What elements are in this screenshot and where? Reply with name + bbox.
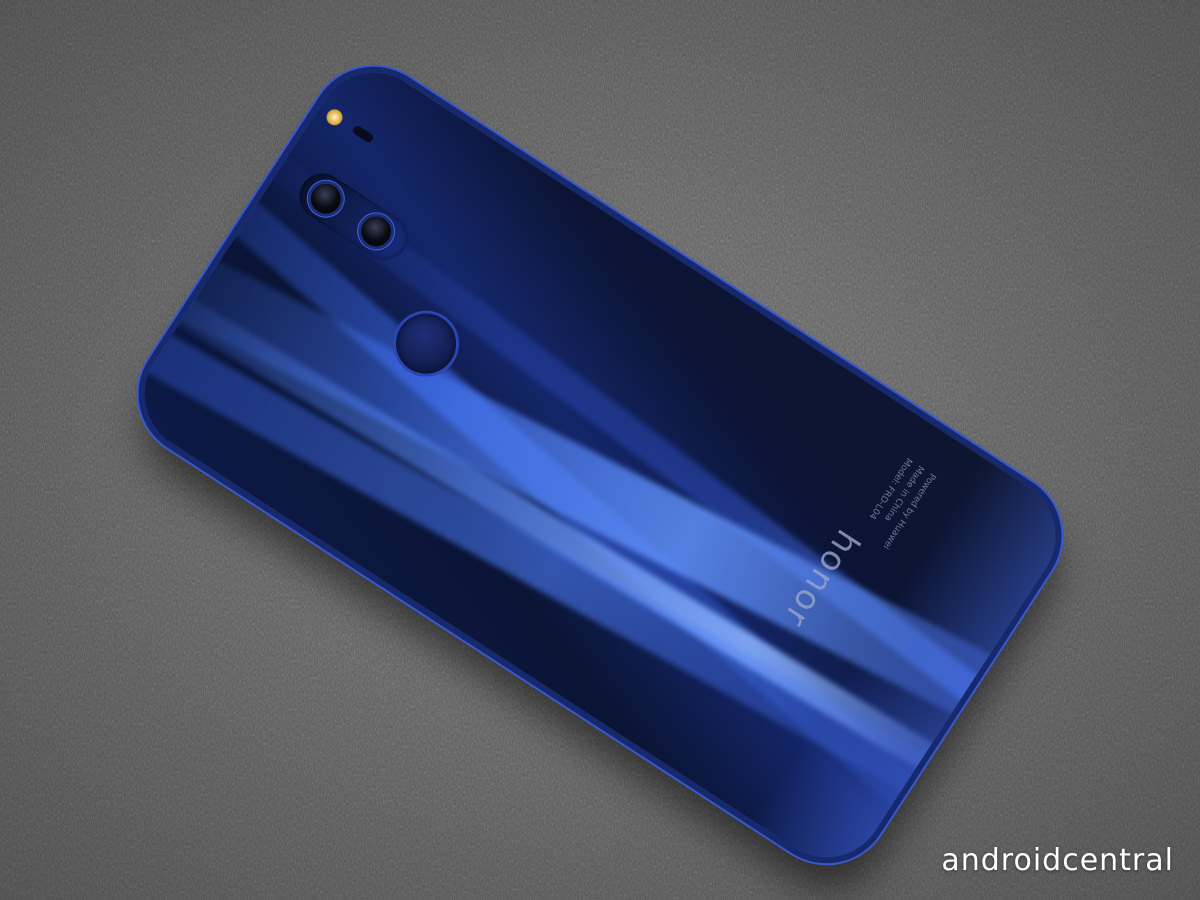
photo-scene: honor Powered by Huawei Made in China Mo…	[0, 0, 1200, 900]
watermark-logo: androidcentral	[941, 843, 1174, 878]
camera-lens-icon	[305, 177, 347, 220]
camera-lens-icon	[355, 210, 397, 253]
laser-sensor	[351, 124, 375, 144]
flash-icon	[323, 106, 346, 129]
